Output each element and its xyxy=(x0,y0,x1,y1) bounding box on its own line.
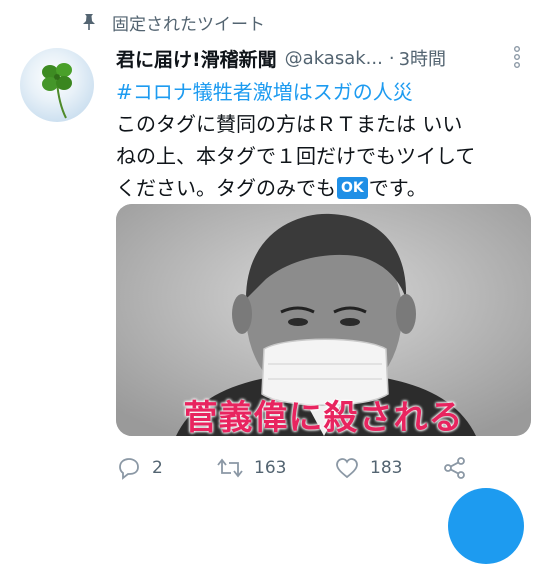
compose-tweet-button[interactable] xyxy=(448,488,524,564)
hashtag-link[interactable]: #コロナ犠牲者激増はスガの人災 xyxy=(116,76,536,108)
author-name[interactable]: 君に届け!滑稽新聞 xyxy=(116,45,277,72)
tweet-actions: 2 163 183 xyxy=(116,452,536,484)
like-count: 183 xyxy=(370,458,403,478)
tweet-header: 君に届け!滑稽新聞 @akasak... · 3時間 xyxy=(116,42,536,74)
share-button[interactable] xyxy=(442,452,478,484)
more-options-icon[interactable] xyxy=(510,44,524,70)
ok-emoji: OK xyxy=(337,177,368,199)
tweet-text-line: ねの上、本タグで１回だけでもツイして xyxy=(116,144,476,168)
retweet-icon xyxy=(217,458,243,478)
tweet-image[interactable]: 菅義偉に殺される xyxy=(116,204,531,436)
tweet-text-line: このタグに賛同の方はＲＴまたは いい xyxy=(116,112,463,136)
pinned-label: 固定されたツイート xyxy=(112,14,265,35)
image-caption-text: 菅義偉に殺される xyxy=(183,398,464,436)
clover-icon xyxy=(42,63,72,119)
tweet-text-line: ください。タグのみでも OK です。 xyxy=(116,172,536,204)
reply-icon xyxy=(119,458,139,480)
reply-button[interactable]: 2 xyxy=(116,452,163,484)
retweet-count: 163 xyxy=(254,458,287,478)
pin-icon xyxy=(83,14,95,30)
reply-count: 2 xyxy=(152,458,163,478)
like-button[interactable]: 183 xyxy=(334,452,402,484)
separator-dot: · xyxy=(388,47,395,69)
pinned-tweet-indicator: 固定されたツイート xyxy=(80,8,265,36)
tweet-text-fragment: です。 xyxy=(368,176,427,200)
retweet-button[interactable]: 163 xyxy=(216,452,286,484)
share-icon xyxy=(444,457,465,479)
heart-icon xyxy=(336,458,358,479)
author-handle[interactable]: @akasak... xyxy=(285,48,383,69)
timestamp[interactable]: 3時間 xyxy=(399,45,446,71)
tweet-text: #コロナ犠牲者激増はスガの人災 このタグに賛同の方はＲＴまたは いい ねの上、本… xyxy=(116,76,536,204)
tweet-text-fragment: ください。タグのみでも xyxy=(116,176,336,200)
avatar[interactable] xyxy=(20,48,94,122)
